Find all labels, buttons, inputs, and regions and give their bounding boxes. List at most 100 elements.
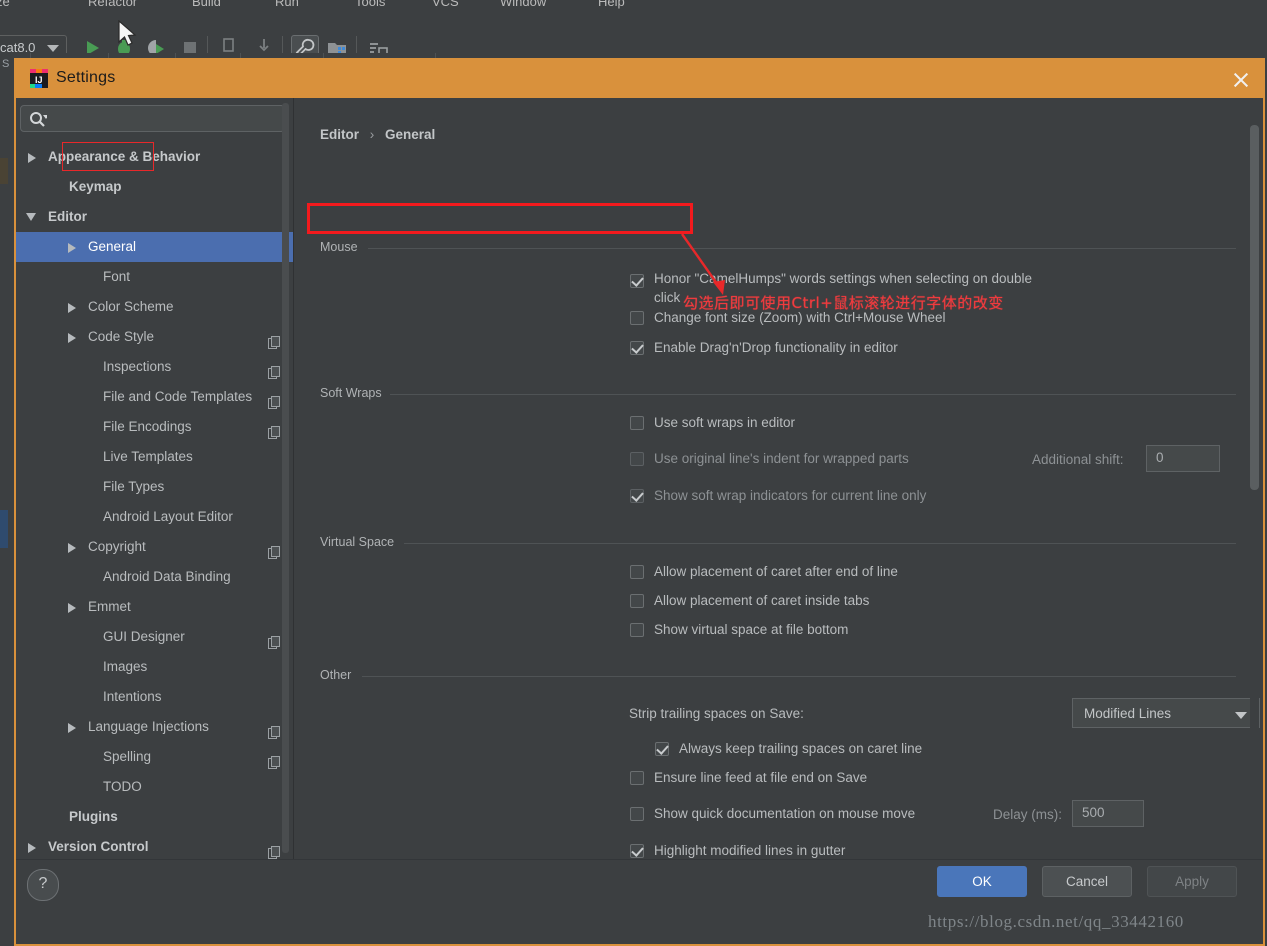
chevron-right-icon[interactable] — [66, 322, 82, 352]
additional-shift-input[interactable]: 0 — [1146, 445, 1220, 472]
search-icon — [30, 112, 47, 127]
chevron-right-icon[interactable] — [26, 142, 42, 172]
sidebar-item-android-data-binding[interactable]: Android Data Binding — [16, 562, 293, 592]
checkbox-box — [630, 452, 644, 466]
sidebar-item-label: Appearance & Behavior — [48, 149, 201, 164]
sidebar-item-label: File and Code Templates — [103, 389, 253, 404]
sidebar-item-version-control[interactable]: Version Control — [16, 832, 293, 862]
settings-content-pane: Editor › General Mouse Honor "CamelHumps… — [294, 98, 1263, 904]
sidebar-item-file-encodings[interactable]: File Encodings — [16, 412, 293, 442]
sidebar-item-file-and-code-templates[interactable]: File and Code Templates — [16, 382, 293, 412]
menu-item-window[interactable]: Window — [500, 0, 546, 9]
search-box[interactable] — [20, 105, 285, 132]
close-icon[interactable] — [1227, 66, 1255, 94]
checkbox-label: Ensure line feed at file end on Save — [654, 770, 868, 785]
checkbox-box — [630, 771, 644, 785]
sidebar-item-font[interactable]: Font — [16, 262, 293, 292]
sidebar-item-label: Version Control — [48, 839, 149, 854]
copy-settings-icon[interactable] — [268, 750, 281, 769]
sidebar-item-general[interactable]: General — [16, 232, 293, 262]
sidebar-item-todo[interactable]: TODO — [16, 772, 293, 802]
menu-item-build[interactable]: Build — [192, 0, 221, 9]
sidebar-item-editor[interactable]: Editor — [16, 202, 293, 232]
delay-value: 500 — [1082, 805, 1105, 820]
copy-settings-icon[interactable] — [268, 630, 281, 649]
cancel-button[interactable]: Cancel — [1042, 866, 1132, 897]
group-soft-wraps-label: Soft Wraps — [320, 386, 389, 400]
gutter-marker-selection — [0, 510, 8, 548]
group-divider — [368, 248, 1236, 249]
copy-settings-icon[interactable] — [268, 420, 281, 439]
checkbox-box — [630, 274, 644, 288]
sidebar-item-keymap[interactable]: Keymap — [16, 172, 293, 202]
sidebar-item-label: Language Injections — [88, 719, 209, 734]
content-scrollbar-thumb[interactable] — [1250, 125, 1259, 490]
chevron-right-icon[interactable] — [26, 832, 42, 862]
menu-item-vcs[interactable]: VCS — [432, 0, 459, 9]
checkbox-label: Allow placement of caret inside tabs — [654, 593, 870, 608]
sidebar-item-spelling[interactable]: Spelling — [16, 742, 293, 772]
chevron-right-icon[interactable] — [66, 292, 82, 322]
sidebar-item-label: Images — [103, 659, 148, 674]
sidebar-item-label: Emmet — [88, 599, 131, 614]
annotation-note-text: 勾选后即可使用Ctrl+鼠标滚轮进行字体的改变 — [683, 294, 1004, 312]
sidebar-item-code-style[interactable]: Code Style — [16, 322, 293, 352]
group-divider — [390, 394, 1236, 395]
copy-settings-icon[interactable] — [268, 840, 281, 859]
group-mouse-label: Mouse — [320, 240, 365, 254]
sidebar-scrollbar[interactable] — [282, 103, 289, 853]
settings-tree[interactable]: Appearance & Behavior Keymap Editor General… — [16, 142, 293, 904]
menu-item-refactor[interactable]: Refactor — [88, 0, 137, 9]
sidebar-item-label: General — [88, 239, 137, 254]
help-button[interactable]: ? — [27, 869, 59, 901]
sidebar-item-live-templates[interactable]: Live Templates — [16, 442, 293, 472]
sidebar-item-label: Keymap — [69, 179, 122, 194]
checkbox-box — [655, 742, 669, 756]
strip-trailing-dropdown[interactable]: Modified Lines — [1072, 698, 1260, 728]
sidebar-item-color-scheme[interactable]: Color Scheme — [16, 292, 293, 322]
dialog-title: Settings — [56, 69, 116, 86]
chevron-right-icon[interactable] — [66, 592, 82, 622]
sidebar-item-emmet[interactable]: Emmet — [16, 592, 293, 622]
sidebar-item-file-types[interactable]: File Types — [16, 472, 293, 502]
settings-sidebar: Appearance & Behavior Keymap Editor General… — [16, 98, 294, 904]
sidebar-item-intentions[interactable]: Intentions — [16, 682, 293, 712]
chevron-right-icon[interactable] — [66, 712, 82, 742]
menu-item-run[interactable]: Run — [275, 0, 299, 9]
additional-shift-label: Additional shift: — [1032, 452, 1124, 467]
menu-item-ze[interactable]: ze — [0, 0, 10, 9]
sidebar-item-label: Font — [103, 269, 131, 284]
sidebar-item-copyright[interactable]: Copyright — [16, 532, 293, 562]
sidebar-item-appearance-behavior[interactable]: Appearance & Behavior — [16, 142, 293, 172]
group-divider — [362, 676, 1236, 677]
sidebar-item-plugins[interactable]: Plugins — [16, 802, 293, 832]
checkbox-box — [630, 844, 644, 858]
sidebar-item-gui-designer[interactable]: GUI Designer — [16, 622, 293, 652]
checkbox-label: Allow placement of caret after end of li… — [654, 564, 898, 579]
sidebar-item-images[interactable]: Images — [16, 652, 293, 682]
apply-button[interactable]: Apply — [1147, 866, 1237, 897]
sidebar-item-label: Inspections — [103, 359, 172, 374]
group-virtual-space-label: Virtual Space — [320, 535, 402, 549]
menu-item-help[interactable]: Help — [598, 0, 625, 9]
checkbox-label: Show quick documentation on mouse move — [654, 806, 916, 821]
copy-settings-icon[interactable] — [268, 540, 281, 559]
copy-settings-icon[interactable] — [268, 390, 281, 409]
ok-button[interactable]: OK — [937, 866, 1027, 897]
delay-input[interactable]: 500 — [1072, 800, 1144, 827]
copy-settings-icon[interactable] — [268, 360, 281, 379]
chevron-down-icon[interactable] — [26, 202, 42, 232]
copy-settings-icon[interactable] — [268, 330, 281, 349]
group-other-label: Other — [320, 668, 359, 682]
menu-item-tools[interactable]: Tools — [355, 0, 385, 9]
checkbox-box — [630, 594, 644, 608]
copy-settings-icon[interactable] — [268, 720, 281, 739]
sidebar-item-android-layout-editor[interactable]: Android Layout Editor — [16, 502, 293, 532]
chevron-right-icon[interactable] — [66, 232, 82, 262]
chevron-right-icon[interactable] — [66, 532, 82, 562]
sidebar-item-label: Code Style — [88, 329, 155, 344]
sidebar-item-language-injections[interactable]: Language Injections — [16, 712, 293, 742]
sidebar-item-inspections[interactable]: Inspections — [16, 352, 293, 382]
breadcrumb-root[interactable]: Editor — [320, 127, 359, 142]
search-input[interactable] — [55, 107, 281, 132]
